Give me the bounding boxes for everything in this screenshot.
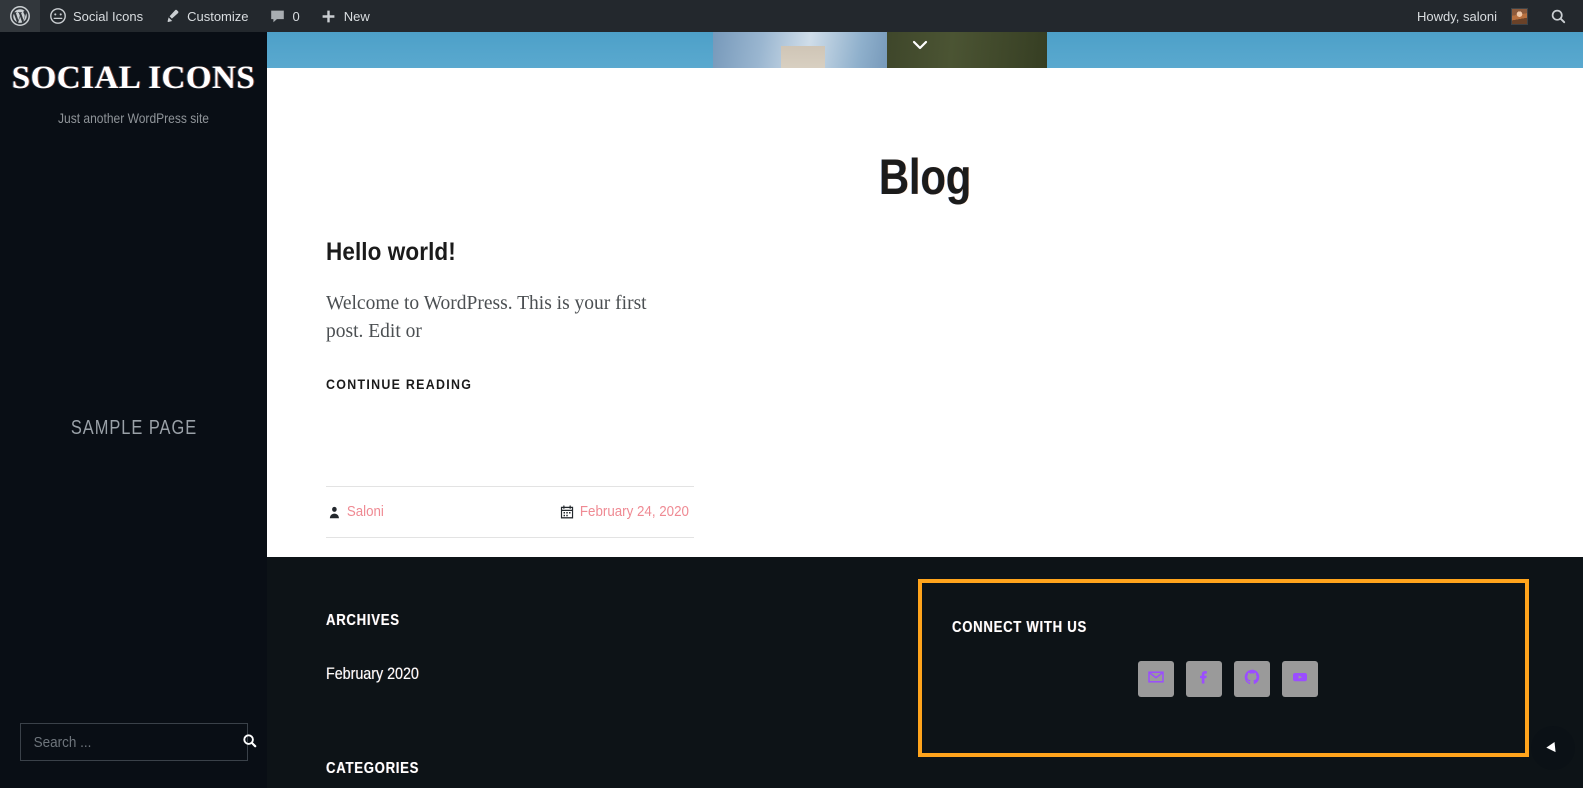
user-icon <box>328 506 340 519</box>
facebook-icon <box>1195 668 1213 691</box>
footer-widget-categories: Categories <box>326 760 706 778</box>
adminbar-site-name-label: Social Icons <box>73 8 144 24</box>
site-tagline: Just another WordPress site <box>57 110 210 126</box>
footer-widget-connect-with-us[interactable]: Connect with us <box>918 579 1529 757</box>
adminbar-wp-logo[interactable] <box>0 0 40 32</box>
post-article: Hello world! Welcome to WordPress. This … <box>326 238 694 538</box>
post-meta: Saloni February 24, 2020 <box>326 486 694 538</box>
connect-widget-title: Connect with us <box>952 619 1087 636</box>
email-icon <box>1147 668 1165 691</box>
archives-widget-title: Archives <box>326 612 400 629</box>
header-image-shirt <box>781 46 825 68</box>
wordpress-logo-icon <box>10 6 30 26</box>
site-header-image <box>267 32 1583 68</box>
post-date-text: February 24, 2020 <box>579 504 689 520</box>
comment-bubble-icon <box>269 8 286 25</box>
avatar <box>1511 7 1528 25</box>
search-icon <box>1550 8 1567 25</box>
categories-widget-title: Categories <box>326 760 420 777</box>
social-link-email[interactable] <box>1137 661 1174 697</box>
plus-icon <box>320 8 337 25</box>
calendar-icon <box>560 505 573 519</box>
chevron-down-icon[interactable] <box>909 34 931 56</box>
social-link-youtube[interactable] <box>1281 661 1318 697</box>
site-footer: Archives February 2020 Categories Connec… <box>267 557 1583 788</box>
adminbar-howdy-label: Howdy, saloni <box>1417 8 1497 24</box>
primary-navigation: Sample Page <box>0 417 267 440</box>
post-author-name: Saloni <box>346 504 384 520</box>
cursor-arrow-icon <box>1546 741 1560 755</box>
github-icon <box>1243 668 1261 691</box>
page-title: Blog <box>878 149 972 205</box>
search-submit-button[interactable] <box>242 724 258 760</box>
social-link-github[interactable] <box>1233 661 1270 697</box>
archives-month-link[interactable]: February 2020 <box>326 664 419 684</box>
search-icon <box>242 733 258 752</box>
site-title[interactable]: SOCIAL ICONS <box>0 60 267 97</box>
post-excerpt: Welcome to WordPress. This is your first… <box>326 293 647 342</box>
search-input[interactable] <box>21 724 220 760</box>
adminbar-comment-count: 0 <box>292 8 300 24</box>
social-icons-list <box>922 661 1533 697</box>
post-title-link[interactable]: Hello world! <box>326 238 657 267</box>
adminbar-site-name[interactable]: Social Icons <box>40 0 153 32</box>
adminbar-customize-label: Customize <box>187 8 249 24</box>
cursor-floating-button[interactable] <box>1531 726 1575 770</box>
footer-widget-archives: Archives February 2020 <box>326 612 706 684</box>
adminbar-customize[interactable]: Customize <box>153 0 258 32</box>
paintbrush-icon <box>163 8 180 25</box>
adminbar-new-label: New <box>343 8 370 24</box>
sidebar-item-sample-page[interactable]: Sample Page <box>70 417 196 440</box>
adminbar-right-group: Howdy, saloni <box>1407 0 1583 32</box>
wp-admin-bar: Social Icons Customize 0 New Howdy, salo… <box>0 0 1583 32</box>
sidebar-search-form <box>20 723 257 761</box>
adminbar-comments[interactable]: 0 <box>259 0 310 32</box>
adminbar-my-account[interactable]: Howdy, saloni <box>1407 0 1538 32</box>
post-author[interactable]: Saloni <box>328 504 384 520</box>
adminbar-search-button[interactable] <box>1538 0 1583 32</box>
post-date[interactable]: February 24, 2020 <box>560 504 688 520</box>
youtube-icon <box>1291 668 1309 691</box>
adminbar-new[interactable]: New <box>310 0 380 32</box>
social-link-facebook[interactable] <box>1185 661 1222 697</box>
dashboard-icon <box>50 8 66 24</box>
main-content: Blog Hello world! Welcome to WordPress. … <box>267 68 1583 557</box>
continue-reading-link[interactable]: Continue reading <box>326 377 472 392</box>
site-sidebar: SOCIAL ICONS Just another WordPress site… <box>0 32 267 788</box>
